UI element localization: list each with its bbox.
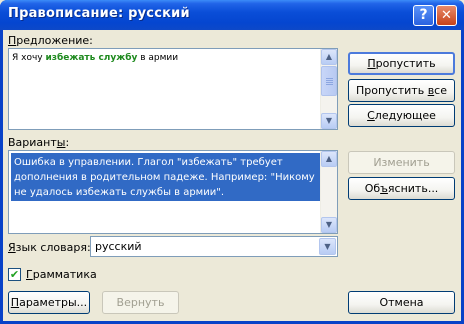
grammar-label-access: Г (26, 268, 33, 281)
variants-label-rest: : (65, 136, 70, 149)
dictionary-language-select[interactable]: русский ▼ (90, 236, 338, 257)
scroll-down-icon[interactable]: ▼ (321, 217, 337, 233)
options-button-access: П (10, 296, 20, 309)
next-button-rest: ледующее (374, 109, 436, 122)
dialog-body: Предложение: Я хочу избежать службу в ар… (3, 30, 461, 321)
cancel-button[interactable]: Отмена (348, 291, 455, 314)
help-icon[interactable]: ? (413, 5, 434, 26)
variants-scrollbar[interactable]: ▲ ▼ (320, 151, 337, 233)
grip-line (326, 78, 333, 79)
scroll-down-icon[interactable]: ▼ (321, 113, 337, 129)
scroll-up-icon[interactable]: ▲ (321, 151, 337, 167)
title-bar: Правописание: русский ? ✕ (0, 0, 464, 30)
chevron-down-icon[interactable]: ▼ (319, 238, 336, 255)
sentence-text-after: в армии (137, 53, 179, 63)
explain-button-access: ъ (380, 182, 388, 195)
variants-label: Варианты: (8, 136, 69, 149)
dictionary-label-access: Я (8, 241, 16, 254)
grip-line (326, 80, 333, 81)
sentence-textbox[interactable]: Я хочу избежать службу в армии ▲ ▼ (8, 48, 338, 130)
grip-line (326, 82, 333, 83)
change-button[interactable]: Изменить (348, 151, 455, 174)
next-sentence-button[interactable]: Следующее (348, 104, 455, 127)
skip-button-access: П (367, 57, 376, 70)
skip-all-button-rest: се (434, 84, 447, 97)
grip-line (326, 84, 333, 85)
dictionary-language-value: русский (95, 240, 142, 253)
spelling-dialog: Правописание: русский ? ✕ Предложение: Я… (0, 0, 464, 324)
window-title: Правописание: русский (8, 6, 190, 21)
grammar-label-rest: рамматика (32, 268, 97, 281)
options-button[interactable]: Параметры... (8, 291, 90, 314)
sentence-scrollbar[interactable]: ▲ ▼ (320, 49, 337, 129)
scroll-thumb[interactable] (321, 66, 337, 96)
explain-button-prefix: Об (364, 182, 381, 195)
options-button-rest: араметры... (19, 296, 88, 309)
dictionary-label: Язык словаря: (8, 241, 91, 254)
list-item-selected[interactable]: Ошибка в управлении. Глагол "избежать" т… (11, 153, 321, 201)
sentence-label: Предложение: (8, 34, 93, 47)
explain-button-rest: яснить... (387, 182, 439, 195)
skip-button[interactable]: Пропустить (348, 52, 455, 75)
next-button-access: С (367, 109, 375, 122)
undo-button[interactable]: Вернуть (102, 291, 179, 314)
sentence-text-before: Я хочу (12, 53, 46, 63)
grammar-label[interactable]: Грамматика (26, 268, 97, 281)
skip-all-button-prefix: Пропустить (356, 84, 428, 97)
dictionary-label-rest: зык словаря: (15, 241, 91, 254)
close-icon[interactable]: ✕ (436, 5, 457, 26)
variants-list[interactable]: Ошибка в управлении. Глагол "избежать" т… (8, 150, 338, 234)
sentence-error-phrase[interactable]: избежать службу (45, 53, 137, 63)
skip-all-button[interactable]: Пропустить все (348, 79, 455, 102)
sentence-label-rest: редложение: (16, 34, 93, 47)
explain-button[interactable]: Объяснить... (348, 177, 455, 200)
grammar-checkbox[interactable]: ✔ (8, 268, 21, 281)
variants-label-prefix: Вариант (8, 136, 57, 149)
skip-button-rest: ропустить (375, 57, 436, 70)
scroll-up-icon[interactable]: ▲ (321, 49, 337, 65)
sentence-text: Я хочу избежать службу в армии (12, 53, 178, 63)
